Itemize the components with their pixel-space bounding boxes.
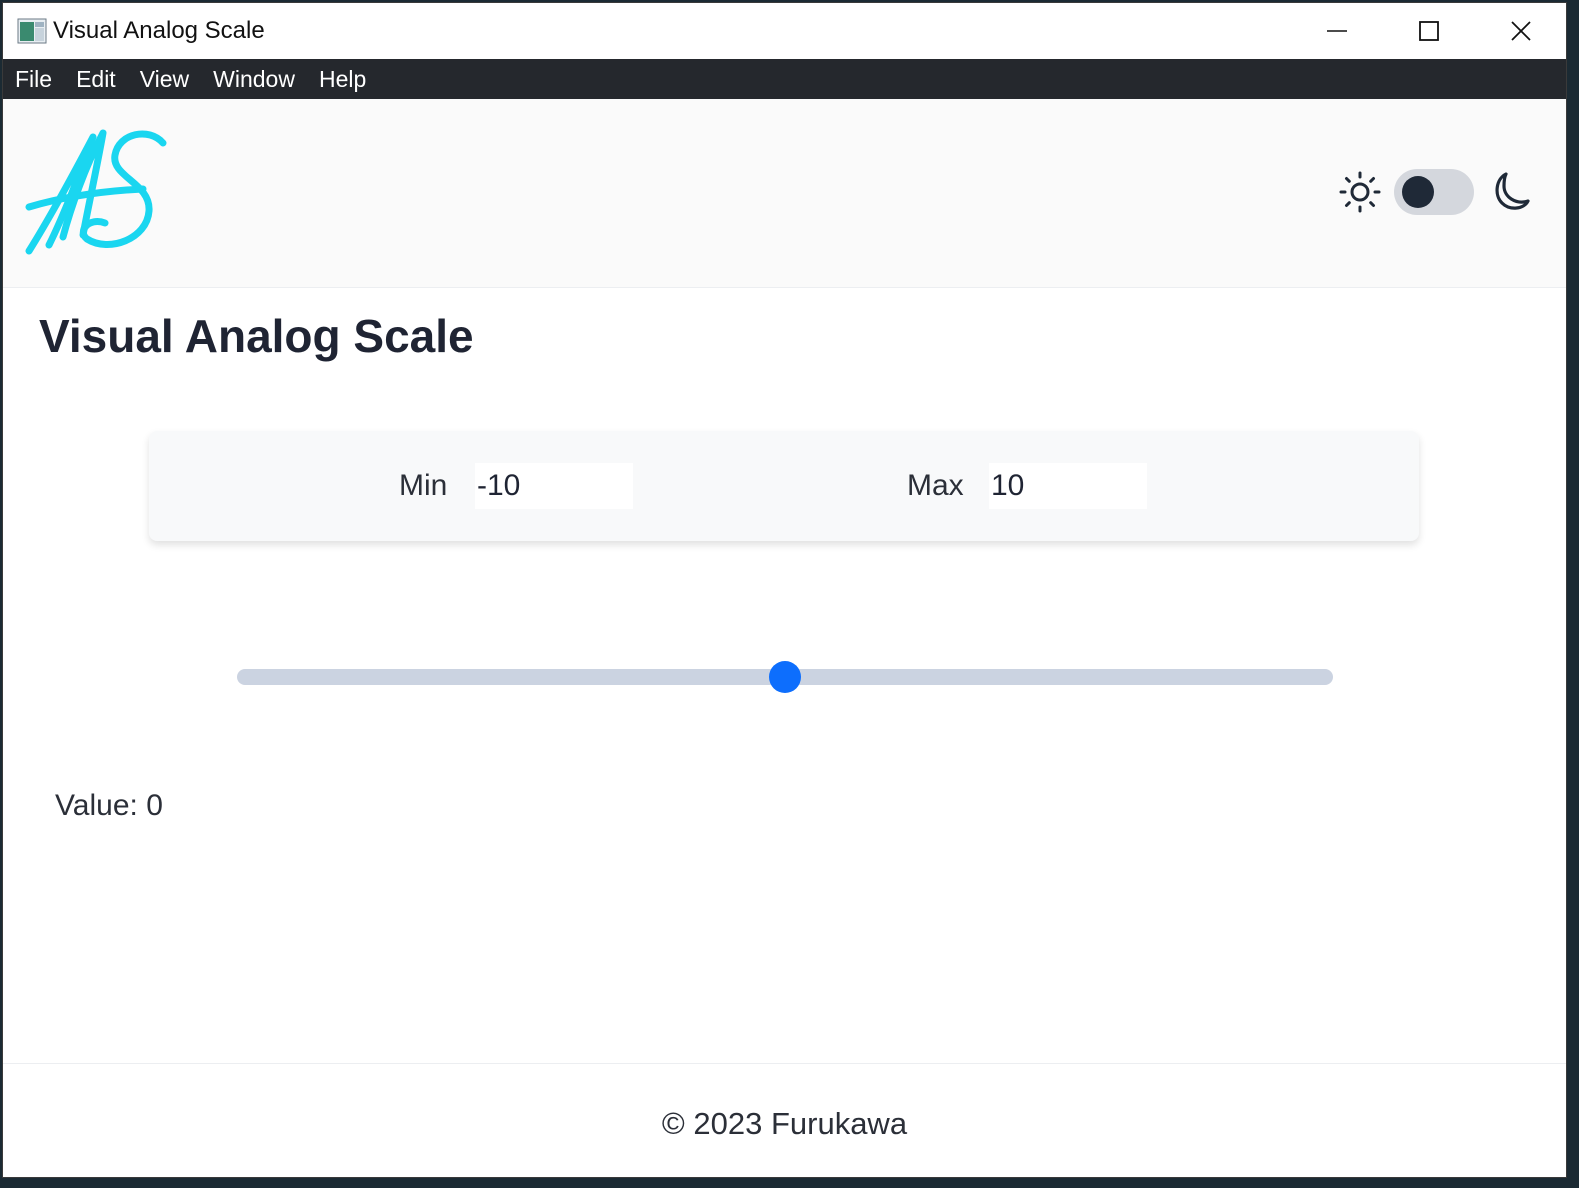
close-button[interactable] — [1475, 3, 1566, 59]
menu-view[interactable]: View — [128, 59, 201, 99]
minimize-icon — [1327, 30, 1347, 32]
min-label: Min — [399, 469, 448, 502]
close-icon — [1511, 21, 1531, 41]
page-title: Visual Analog Scale — [39, 310, 474, 362]
max-label: Max — [907, 469, 964, 502]
minimize-button[interactable] — [1291, 3, 1383, 59]
theme-toggle-knob — [1402, 176, 1434, 208]
menu-file[interactable]: File — [3, 59, 64, 99]
window-title: Visual Analog Scale — [53, 17, 265, 44]
footer-copyright: © 2023 Furukawa — [661, 1106, 908, 1141]
maximize-button[interactable] — [1383, 3, 1475, 59]
app-window: Visual Analog Scale File Edit View Windo… — [2, 2, 1567, 1178]
menu-help[interactable]: Help — [307, 59, 378, 99]
app-header — [3, 99, 1566, 288]
menu-bar: File Edit View Window Help — [3, 59, 1566, 99]
sun-icon — [1339, 171, 1381, 213]
menu-edit[interactable]: Edit — [64, 59, 128, 99]
moon-icon — [1495, 172, 1530, 210]
max-input[interactable] — [989, 463, 1147, 509]
value-display: Value: 0 — [55, 789, 163, 823]
maximize-icon — [1419, 21, 1439, 41]
theme-toggle-switch[interactable] — [1394, 169, 1474, 215]
min-input[interactable] — [475, 463, 633, 509]
slider-thumb[interactable] — [769, 661, 801, 693]
theme-toggle-group — [1338, 169, 1532, 215]
value-number: 0 — [146, 789, 163, 822]
signature-logo — [25, 129, 167, 255]
vas-slider[interactable] — [237, 659, 1333, 695]
menu-window[interactable]: Window — [201, 59, 307, 99]
title-bar[interactable]: Visual Analog Scale — [3, 3, 1566, 59]
value-label: Value: — [55, 789, 138, 822]
app-icon — [17, 18, 47, 44]
range-settings-card: Min Max — [149, 431, 1419, 541]
footer: © 2023 Furukawa — [3, 1063, 1566, 1177]
